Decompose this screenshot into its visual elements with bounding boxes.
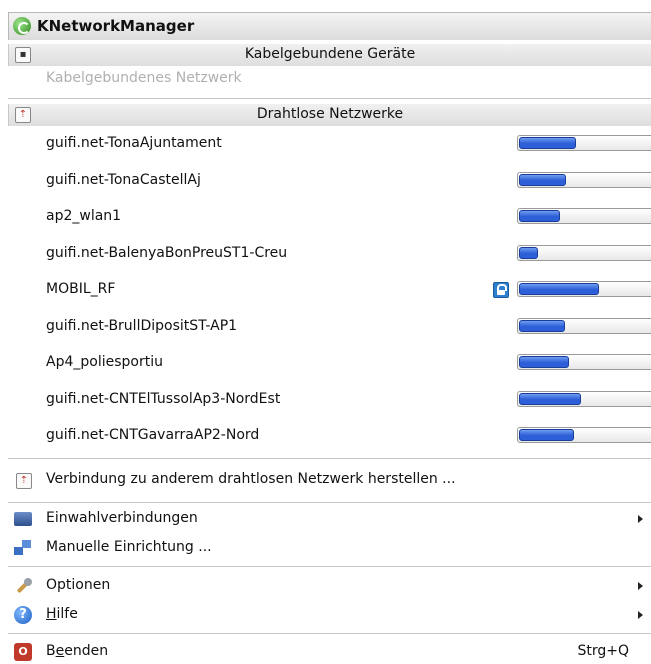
signal-strength-fill xyxy=(519,429,574,441)
wireless-icon: ⇡ xyxy=(16,473,32,489)
signal-strength-fill xyxy=(519,319,565,332)
lock-icon xyxy=(493,282,509,298)
signal-strength-fill xyxy=(519,173,566,186)
wireless-network-item[interactable]: guifi.net-TonaCastellAj xyxy=(8,163,651,199)
signal-strength-fill xyxy=(519,210,560,222)
network-tray-menu: KNetworkManager ▪ Kabelgebundene Geräte … xyxy=(0,0,651,663)
dialup-connections-label: Einwahlverbindungen xyxy=(46,510,198,526)
wireless-network-name: Ap4_poliesportiu xyxy=(46,354,163,370)
wireless-networks-header-label: Drahtlose Netzwerke xyxy=(256,106,404,122)
manual-setup-item[interactable]: Manuelle Einrichtung ... xyxy=(8,536,651,560)
connect-other-network-item[interactable]: ⇡ Verbindung zu anderem drahtlosen Netzw… xyxy=(8,468,651,492)
wireless-network-item[interactable]: guifi.net-CNTGavarraAP2-Nord xyxy=(8,418,651,454)
submenu-arrow-icon xyxy=(638,515,643,523)
wired-devices-header: ▪ Kabelgebundene Geräte xyxy=(8,44,651,66)
wired-network-item: Kabelgebundenes Netzwerk xyxy=(8,67,651,91)
signal-strength-bar xyxy=(517,427,651,443)
connect-other-network-label: Verbindung zu anderem drahtlosen Netzwer… xyxy=(46,471,456,487)
menu-separator xyxy=(8,458,651,459)
knetworkmanager-icon xyxy=(13,17,31,35)
help-label: Hilfe xyxy=(46,606,78,622)
wireless-network-name: guifi.net-CNTElTussolAp3-NordEst xyxy=(46,390,281,407)
wireless-network-item[interactable]: MOBIL_RF xyxy=(8,272,651,308)
help-icon: ? xyxy=(14,606,32,624)
menu-title: KNetworkManager xyxy=(37,17,195,35)
menu-title-bar: KNetworkManager xyxy=(8,12,651,40)
submenu-arrow-icon xyxy=(638,611,643,619)
signal-strength-fill xyxy=(519,137,576,149)
wireless-network-item[interactable]: guifi.net-CNTElTussolAp3-NordEst xyxy=(8,382,651,418)
wireless-networks-header: ⇡ Drahtlose Netzwerke xyxy=(8,104,651,126)
wireless-network-item[interactable]: Ap4_poliesportiu xyxy=(8,345,651,381)
wireless-network-item[interactable]: guifi.net-TonaAjuntament xyxy=(8,126,651,162)
wireless-network-name: guifi.net-TonaAjuntament xyxy=(46,135,222,151)
wireless-network-item[interactable]: ap2_wlan1 xyxy=(8,199,651,235)
wireless-network-item[interactable]: guifi.net-BalenyaBonPreuST1-Creu xyxy=(8,236,651,272)
options-label: Optionen xyxy=(46,577,111,593)
signal-strength-bar xyxy=(517,390,651,407)
manual-setup-label: Manuelle Einrichtung ... xyxy=(46,539,212,555)
network-config-icon xyxy=(14,539,32,557)
dialup-connections-item[interactable]: Einwahlverbindungen xyxy=(8,507,651,531)
signal-strength-bar xyxy=(517,135,651,151)
signal-strength-bar xyxy=(517,354,651,370)
signal-strength-fill xyxy=(519,356,569,368)
submenu-arrow-icon xyxy=(638,582,643,590)
wired-devices-header-label: Kabelgebundene Geräte xyxy=(244,46,416,62)
quit-shortcut: Strg+Q xyxy=(577,643,629,659)
wired-network-label: Kabelgebundenes Netzwerk xyxy=(46,70,242,86)
menu-separator xyxy=(8,502,651,503)
wireless-network-name: guifi.net-TonaCastellAj xyxy=(46,171,201,188)
help-item[interactable]: ? Hilfe xyxy=(8,603,651,627)
wireless-network-name: guifi.net-BalenyaBonPreuST1-Creu xyxy=(46,244,288,261)
wireless-network-name: guifi.net-BrullDipositST-AP1 xyxy=(46,317,238,334)
options-item[interactable]: Optionen xyxy=(8,574,651,598)
signal-strength-bar xyxy=(517,171,651,188)
signal-strength-fill xyxy=(519,246,538,259)
signal-strength-bar xyxy=(517,281,651,297)
menu-separator xyxy=(8,98,651,99)
wireless-network-name: guifi.net-CNTGavarraAP2-Nord xyxy=(46,427,260,443)
options-icon xyxy=(14,577,32,595)
quit-label: Beenden xyxy=(46,643,109,659)
dialup-icon xyxy=(14,512,32,526)
menu-separator xyxy=(8,566,651,567)
signal-strength-bar xyxy=(517,208,651,224)
wireless-network-name: ap2_wlan1 xyxy=(46,208,122,224)
quit-item[interactable]: O Beenden Strg+Q xyxy=(8,640,651,664)
wireless-network-item[interactable]: guifi.net-BrullDipositST-AP1 xyxy=(8,309,651,345)
signal-strength-fill xyxy=(519,392,581,405)
signal-strength-fill xyxy=(519,283,599,295)
quit-icon: O xyxy=(14,643,32,661)
wireless-network-name: MOBIL_RF xyxy=(46,281,116,297)
signal-strength-bar xyxy=(517,244,651,261)
menu-separator xyxy=(8,633,651,634)
signal-strength-bar xyxy=(517,317,651,334)
